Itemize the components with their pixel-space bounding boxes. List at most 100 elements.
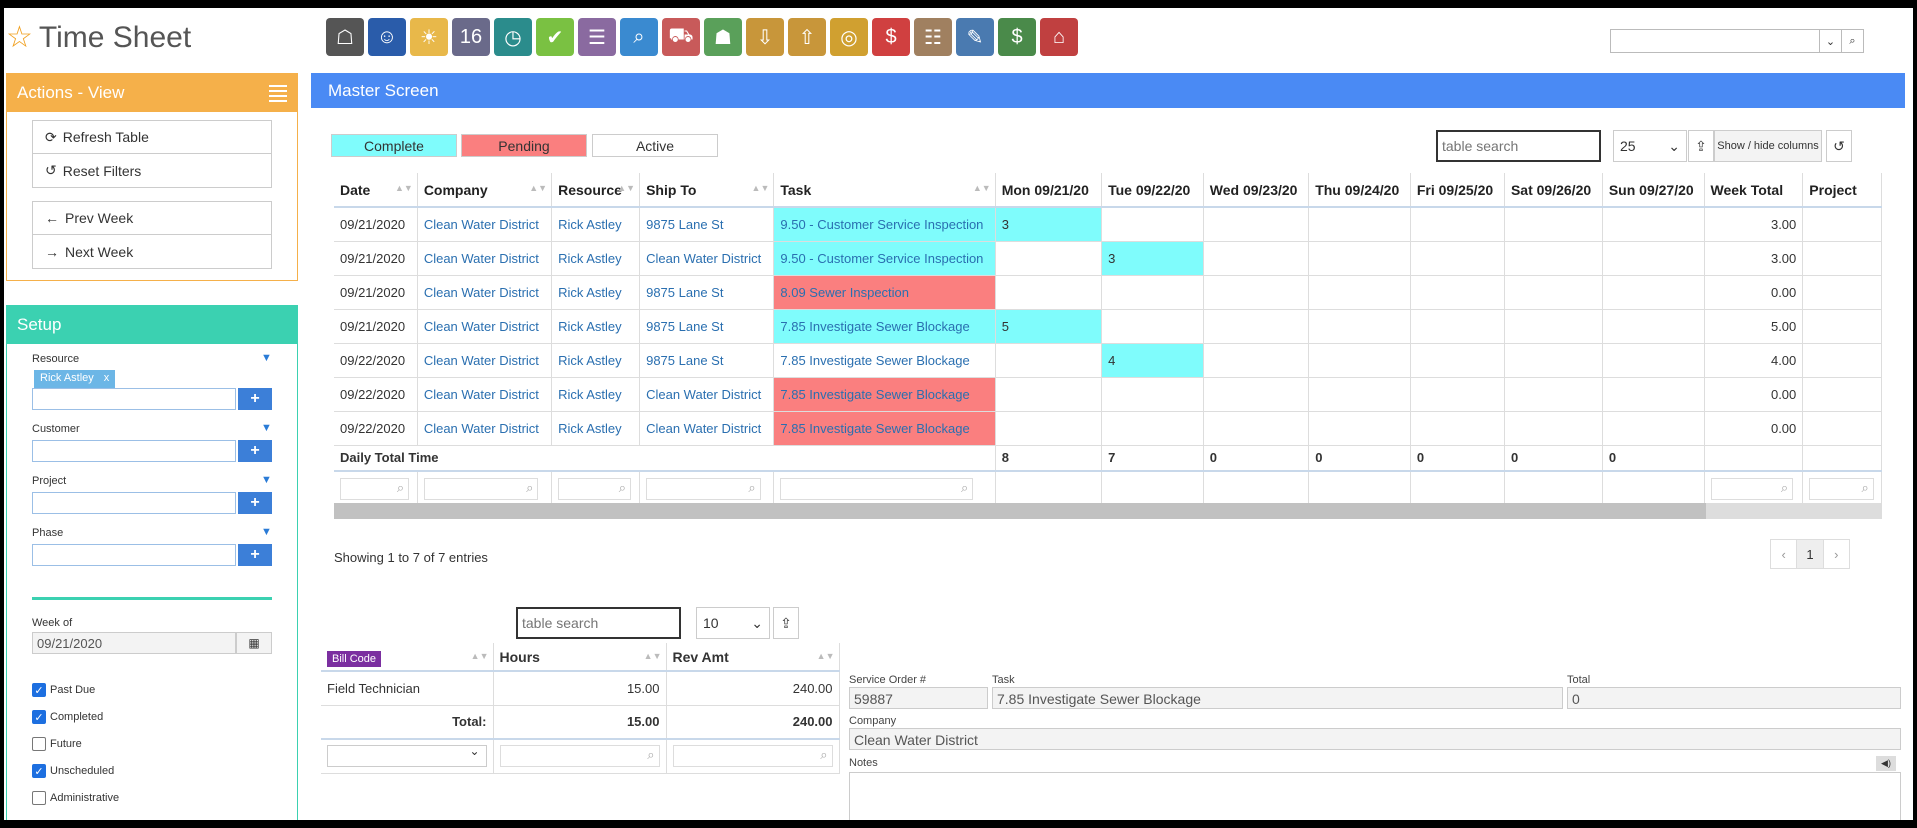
day-hours-cell[interactable] — [995, 377, 1103, 412]
day-hours-cell[interactable] — [1308, 241, 1411, 276]
day-hours-cell[interactable] — [1308, 377, 1411, 412]
task-link[interactable]: 7.85 Investigate Sewer Blockage — [773, 309, 996, 344]
company-link[interactable]: Clean Water District — [417, 309, 553, 344]
global-search[interactable]: ⌄ ⌕ — [1610, 29, 1864, 53]
day-hours-cell[interactable] — [995, 343, 1103, 378]
table-row[interactable]: 09/22/2020 Clean Water District Rick Astle… — [334, 411, 1882, 446]
bill-code-filter[interactable] — [327, 744, 487, 768]
ship-to-link[interactable]: 9875 Lane St — [639, 275, 775, 310]
next-week-button[interactable]: → Next Week — [33, 235, 271, 268]
day-hours-cell[interactable] — [1410, 343, 1505, 378]
refresh-table-button[interactable]: ⟳ Refresh Table — [33, 121, 271, 154]
column-header[interactable]: Task ▲▼ — [773, 173, 996, 208]
sort-icon[interactable]: ▲▼ — [973, 183, 991, 193]
task-field[interactable]: 7.85 Investigate Sewer Blockage — [992, 687, 1563, 709]
day-hours-cell[interactable] — [1203, 377, 1310, 412]
table-row[interactable]: 09/21/2020 Clean Water District Rick Astle… — [334, 275, 1882, 310]
table-search-input[interactable] — [1436, 130, 1601, 162]
column-filter-input[interactable] — [1710, 478, 1794, 501]
reset-filters-button[interactable]: ↺ Reset Filters — [33, 154, 271, 187]
legend-pending[interactable]: Pending — [461, 134, 587, 157]
bank-icon[interactable]: ☖ — [326, 18, 364, 56]
day-hours-cell[interactable] — [1101, 377, 1204, 412]
company-link[interactable]: Clean Water District — [417, 343, 553, 378]
column-header[interactable]: Mon 09/21/20 — [995, 173, 1103, 208]
company-link[interactable]: Clean Water District — [417, 207, 553, 242]
col-rev-amt[interactable]: Rev Amt ▲▼ — [666, 643, 840, 672]
checkmark-icon[interactable]: ✔ — [536, 18, 574, 56]
column-header[interactable]: Sat 09/26/20 — [1504, 173, 1603, 208]
column-header[interactable]: Fri 09/25/20 — [1410, 173, 1505, 208]
day-hours-cell[interactable] — [1410, 207, 1505, 242]
day-hours-cell[interactable] — [1101, 411, 1204, 446]
task-link[interactable]: 7.85 Investigate Sewer Blockage — [773, 377, 996, 412]
pager-prev-button[interactable]: ‹ — [1771, 540, 1798, 568]
day-hours-cell[interactable] — [1410, 241, 1505, 276]
company-field[interactable]: Clean Water District — [849, 728, 1901, 750]
day-hours-cell[interactable]: 3 — [995, 207, 1103, 242]
week-of-input[interactable]: 09/21/2020 — [32, 632, 236, 654]
rev-amt-filter[interactable] — [672, 745, 833, 768]
table-row[interactable]: 09/21/2020 Clean Water District Rick Astle… — [334, 241, 1882, 276]
ship-to-link[interactable]: 9875 Lane St — [639, 309, 775, 344]
filter-icon[interactable]: ▼ — [261, 422, 272, 434]
day-hours-cell[interactable] — [1504, 241, 1603, 276]
day-hours-cell[interactable] — [1308, 309, 1411, 344]
project-input[interactable] — [32, 492, 236, 514]
notepad-icon[interactable]: ☷ — [914, 18, 952, 56]
detail-search-input[interactable] — [516, 607, 681, 639]
menu-icon[interactable] — [269, 84, 287, 102]
column-header[interactable]: Tue 09/22/20 — [1101, 173, 1204, 208]
notes-textarea[interactable] — [849, 772, 1901, 820]
column-header[interactable]: Wed 09/23/20 — [1203, 173, 1310, 208]
column-header[interactable]: Date ▲▼ — [334, 173, 418, 208]
day-hours-cell[interactable] — [1504, 207, 1603, 242]
speaker-icon[interactable]: ◀) — [1876, 756, 1896, 771]
day-hours-cell[interactable] — [1410, 411, 1505, 446]
pager-page-1[interactable]: 1 — [1797, 540, 1824, 568]
day-hours-cell[interactable] — [995, 241, 1103, 276]
day-hours-cell[interactable] — [1203, 241, 1310, 276]
scrollbar-thumb[interactable] — [334, 503, 1706, 519]
day-hours-cell[interactable] — [1602, 207, 1705, 242]
day-hours-cell[interactable] — [1203, 309, 1310, 344]
add-project-button[interactable]: + — [238, 492, 272, 514]
clock-icon[interactable]: ◷ — [494, 18, 532, 56]
day-hours-cell[interactable]: 5 — [995, 309, 1103, 344]
checkbox-future[interactable]: Future — [32, 737, 82, 751]
factory-icon[interactable]: ⌂ — [1040, 18, 1078, 56]
truck-icon[interactable]: ⛟ — [662, 18, 700, 56]
day-hours-cell[interactable] — [1203, 343, 1310, 378]
checkbox-completed[interactable]: ✓ Completed — [32, 710, 103, 724]
add-customer-button[interactable]: + — [238, 440, 272, 462]
resource-chip[interactable]: Rick Astley x — [34, 370, 116, 388]
day-hours-cell[interactable] — [1101, 275, 1204, 310]
day-hours-cell[interactable] — [1203, 411, 1310, 446]
page-size-select[interactable]: 25 ⌄ — [1613, 130, 1687, 162]
table-row[interactable]: 09/22/2020 Clean Water District Rick Astle… — [334, 377, 1882, 412]
calendar-16-icon[interactable]: 16 — [452, 18, 490, 56]
sort-icon[interactable]: ▲▼ — [529, 183, 547, 193]
add-phase-button[interactable]: + — [238, 544, 272, 566]
day-hours-cell[interactable] — [1203, 275, 1310, 310]
dollar-speech-icon[interactable]: $ — [872, 18, 910, 56]
prev-week-button[interactable]: ← Prev Week — [33, 202, 271, 235]
day-hours-cell[interactable] — [995, 411, 1103, 446]
company-link[interactable]: Clean Water District — [417, 241, 553, 276]
basket-icon[interactable]: ☗ — [704, 18, 742, 56]
day-hours-cell[interactable] — [1602, 377, 1705, 412]
column-filter-input[interactable] — [1809, 478, 1874, 501]
task-link[interactable]: 9.50 - Customer Service Inspection — [773, 241, 996, 276]
money-icon[interactable]: $ — [998, 18, 1036, 56]
hours-filter[interactable] — [499, 745, 660, 768]
checkbox-box[interactable]: ✓ — [32, 683, 46, 697]
checkbox-administrative[interactable]: Administrative — [32, 791, 119, 805]
checkbox-box[interactable]: ✓ — [32, 710, 46, 724]
resource-link[interactable]: Rick Astley — [551, 343, 641, 378]
chevron-down-icon[interactable]: ⌄ — [1819, 30, 1841, 52]
column-filter-input[interactable] — [423, 478, 539, 501]
column-header[interactable]: Sun 09/27/20 — [1602, 173, 1705, 208]
column-header[interactable]: Week Total — [1704, 173, 1804, 208]
column-header[interactable]: Company ▲▼ — [417, 173, 553, 208]
day-hours-cell[interactable] — [1410, 377, 1505, 412]
